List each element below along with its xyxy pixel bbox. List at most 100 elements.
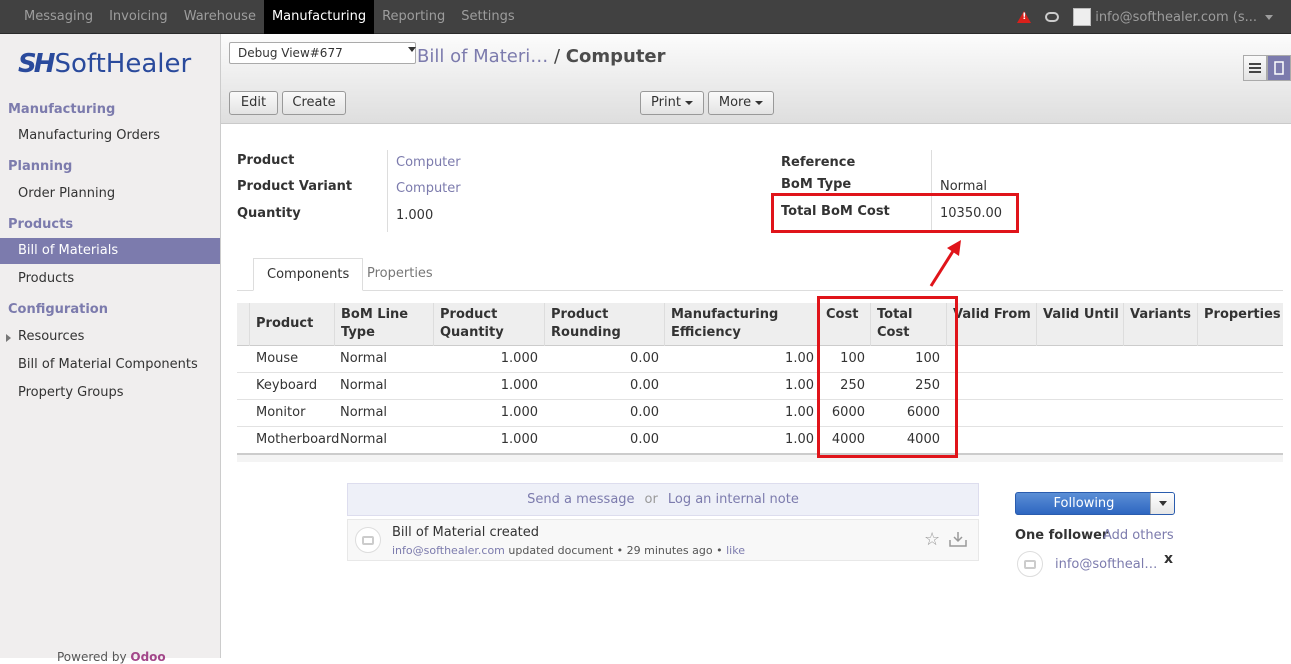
breadcrumb: Bill of Materi… / Computer: [417, 46, 666, 67]
product-value[interactable]: Computer: [396, 155, 461, 170]
user-menu[interactable]: info@softhealer.com (s...: [1095, 10, 1257, 25]
list-view-icon[interactable]: [1243, 55, 1267, 81]
follower-name[interactable]: info@softheal…: [1055, 557, 1157, 572]
inbox-icon[interactable]: [948, 530, 968, 552]
form-view-icon[interactable]: [1267, 55, 1291, 81]
message-item: Bill of Material created info@softhealer…: [347, 519, 979, 561]
sidebar-item-label: Resources: [18, 329, 85, 344]
chevron-down-icon: [684, 100, 693, 105]
cell-rounding: 0.00: [630, 432, 659, 447]
message-author-link[interactable]: info@softhealer.com: [392, 544, 505, 557]
chat-icon[interactable]: [1045, 12, 1060, 22]
col-bom-line-type[interactable]: BoM Line Type: [334, 303, 433, 346]
following-dropdown[interactable]: [1150, 493, 1174, 514]
send-message-link[interactable]: Send a message: [527, 492, 634, 507]
more-button[interactable]: More: [708, 91, 774, 115]
sidebar-item-resources[interactable]: Resources: [0, 324, 220, 350]
sidebar-item-manufacturing-orders[interactable]: Manufacturing Orders: [0, 123, 220, 149]
chevron-down-icon[interactable]: [1265, 14, 1273, 20]
table-row[interactable]: Mouse Normal 1.000 0.00 1.00 100 100: [237, 346, 1283, 373]
product-label: Product: [237, 153, 295, 168]
create-button[interactable]: Create: [282, 91, 346, 115]
add-others-link[interactable]: Add others: [1103, 528, 1174, 543]
cell-qty: 1.000: [500, 351, 538, 366]
quantity-value: 1.000: [396, 208, 434, 223]
user-area: ! info@softhealer.com (s...: [1017, 0, 1273, 34]
col-properties[interactable]: Properties: [1197, 303, 1283, 346]
chevron-down-icon: [755, 100, 764, 105]
sidebar-item-property-groups[interactable]: Property Groups: [0, 380, 220, 406]
menu-warehouse[interactable]: Warehouse: [176, 0, 264, 34]
sidebar-item-products[interactable]: Products: [0, 266, 220, 292]
cell-efficiency: 1.00: [785, 378, 814, 393]
log-note-link[interactable]: Log an internal note: [668, 492, 799, 507]
col-product-quantity[interactable]: Product Quantity: [433, 303, 544, 346]
menu-messaging[interactable]: Messaging: [16, 0, 101, 34]
breadcrumb-separator: /: [553, 46, 561, 67]
menu-settings[interactable]: Settings: [453, 0, 522, 34]
print-button[interactable]: Print: [640, 91, 704, 115]
cell-rounding: 0.00: [630, 405, 659, 420]
cell-product: Motherboard: [256, 432, 340, 447]
section-products: Products: [8, 217, 74, 232]
product-variant-value[interactable]: Computer: [396, 181, 461, 196]
top-navbar: Messaging Invoicing Warehouse Manufactur…: [0, 0, 1291, 34]
message-action: updated document: [508, 544, 614, 557]
powered-by: Powered by Odoo: [57, 650, 166, 664]
cell-qty: 1.000: [500, 432, 538, 447]
table-row[interactable]: Keyboard Normal 1.000 0.00 1.00 250 250: [237, 373, 1283, 400]
bom-type-label: BoM Type: [781, 177, 852, 192]
message-title: Bill of Material created: [392, 525, 540, 540]
star-icon[interactable]: ☆: [924, 529, 940, 550]
remove-follower-icon[interactable]: x: [1164, 551, 1173, 567]
col-valid-from[interactable]: Valid From: [946, 303, 1036, 346]
followers-count: One follower: [1015, 528, 1109, 543]
cell-efficiency: 1.00: [785, 351, 814, 366]
col-valid-until[interactable]: Valid Until: [1036, 303, 1123, 346]
logo-mark: SH: [18, 49, 55, 79]
section-configuration: Configuration: [8, 302, 108, 317]
cell-type: Normal: [340, 432, 388, 447]
more-label: More: [718, 95, 752, 110]
chatter-compose-bar: Send a message or Log an internal note: [347, 483, 979, 516]
notebook-tabs: Components Properties: [237, 258, 1283, 291]
dropdown-arrow-icon: [408, 47, 416, 52]
sidebar-item-bom-components[interactable]: Bill of Material Components: [0, 352, 220, 378]
cell-type: Normal: [340, 378, 388, 393]
sidebar: SH SoftHealer Manufacturing Manufacturin…: [0, 34, 221, 664]
edit-button[interactable]: Edit: [229, 91, 278, 115]
breadcrumb-parent[interactable]: Bill of Materi…: [417, 46, 548, 67]
user-avatar-icon: [1073, 8, 1092, 26]
warning-icon[interactable]: !: [1017, 11, 1032, 23]
cell-qty: 1.000: [500, 405, 538, 420]
field-divider: [387, 150, 388, 232]
table-row[interactable]: Motherboard Normal 1.000 0.00 1.00 4000 …: [237, 427, 1283, 454]
table-row[interactable]: Monitor Normal 1.000 0.00 1.00 6000 6000: [237, 400, 1283, 427]
tab-components[interactable]: Components: [253, 258, 364, 291]
sidebar-item-order-planning[interactable]: Order Planning: [0, 181, 220, 207]
debug-view-value: Debug View#677: [238, 46, 343, 60]
col-product-rounding[interactable]: Product Rounding: [544, 303, 664, 346]
highlight-box-cost-columns: [817, 296, 958, 458]
author-avatar-icon: [355, 527, 381, 553]
debug-view-select[interactable]: Debug View#677: [229, 42, 416, 64]
menu-manufacturing[interactable]: Manufacturing: [263, 0, 375, 34]
tab-properties[interactable]: Properties: [354, 258, 446, 291]
following-button[interactable]: Following: [1015, 492, 1175, 515]
product-variant-label: Product Variant: [237, 179, 353, 194]
sidebar-item-bill-of-materials[interactable]: Bill of Materials: [0, 238, 220, 264]
control-panel: Debug View#677 Bill of Materi… / Compute…: [221, 34, 1291, 124]
chevron-down-icon: [1159, 501, 1167, 506]
cell-efficiency: 1.00: [785, 432, 814, 447]
col-variants[interactable]: Variants: [1123, 303, 1197, 346]
cell-rounding: 0.00: [630, 378, 659, 393]
menu-reporting[interactable]: Reporting: [374, 0, 453, 34]
reference-label: Reference: [781, 155, 856, 170]
like-link[interactable]: like: [726, 544, 745, 557]
odoo-link[interactable]: Odoo: [130, 650, 165, 664]
col-product[interactable]: Product: [249, 303, 334, 346]
cell-qty: 1.000: [500, 378, 538, 393]
menu-invoicing[interactable]: Invoicing: [101, 0, 176, 34]
expand-arrow-icon[interactable]: [6, 334, 11, 342]
col-manufacturing-efficiency[interactable]: Manufacturing Efficiency: [664, 303, 819, 346]
